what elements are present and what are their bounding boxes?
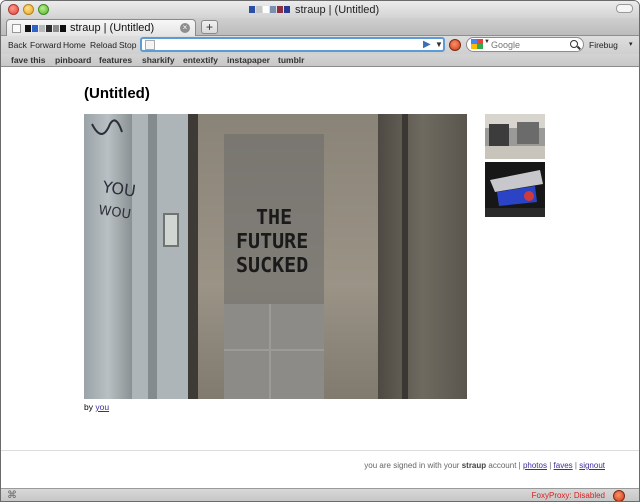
- title-bar: straup | (Untitled): [1, 1, 639, 18]
- main-photo[interactable]: YOU WOU THE FUTURE SUCKED: [84, 114, 467, 399]
- status-bar: ⌘ FoxyProxy: Disabled: [1, 488, 639, 501]
- stop-button[interactable]: Stop: [119, 40, 137, 50]
- minimize-window-button[interactable]: [23, 4, 34, 15]
- byline: by you: [84, 402, 109, 412]
- firebug-menu[interactable]: Firebug: [589, 40, 618, 50]
- favicon-swatch: [60, 24, 66, 32]
- byline-prefix: by: [84, 402, 93, 412]
- bookmark-sharkify[interactable]: sharkify: [142, 55, 175, 65]
- bookmark-entextify[interactable]: entextify: [183, 55, 218, 65]
- tab-bar: straup | (Untitled) × +: [1, 18, 639, 36]
- favicon-swatch: [25, 24, 31, 32]
- history-dropdown-icon[interactable]: ▼: [435, 39, 443, 50]
- home-button[interactable]: Home: [63, 40, 86, 50]
- url-input[interactable]: [159, 39, 415, 50]
- right-door: [378, 114, 467, 399]
- address-bar[interactable]: ▶ ▼: [140, 37, 445, 52]
- page-title: (Untitled): [84, 85, 150, 102]
- graffiti-line-3: SUCKED: [236, 253, 308, 277]
- thumbnail-1[interactable]: [485, 114, 545, 159]
- engine-dropdown-icon[interactable]: ▼: [484, 39, 490, 45]
- toolbar-toggle-button[interactable]: [616, 4, 633, 13]
- favicon-swatch: [53, 24, 59, 32]
- favicon-swatch: [270, 6, 276, 13]
- bookmark-tumblr[interactable]: tumblr: [278, 55, 304, 65]
- favicon-swatch: [39, 24, 45, 32]
- search-bar[interactable]: ▼: [466, 37, 584, 52]
- go-arrow-icon[interactable]: ▶: [423, 39, 431, 50]
- window-title: straup | (Untitled): [295, 3, 380, 16]
- site-favicon-icon: [25, 24, 66, 32]
- page-icon: [12, 23, 21, 33]
- new-tab-button[interactable]: +: [201, 20, 218, 34]
- foxyproxy-icon[interactable]: [613, 490, 625, 501]
- page-icon: [145, 40, 155, 50]
- site-favicon-icon: [249, 6, 290, 13]
- tab-title: straup | (Untitled): [70, 22, 155, 34]
- author-link[interactable]: you: [95, 402, 109, 412]
- graffiti-line-2: FUTURE: [236, 229, 308, 253]
- chevron-down-icon[interactable]: ▾: [629, 40, 633, 48]
- favicon-swatch: [46, 24, 52, 32]
- left-wall-panel: [84, 114, 132, 399]
- bookmark-pinboard[interactable]: pinboard: [55, 55, 91, 65]
- faves-link[interactable]: faves: [554, 461, 573, 470]
- footer-suffix: account |: [488, 461, 521, 470]
- bookmark-fave-this[interactable]: fave this: [11, 55, 46, 65]
- thumbnail-2[interactable]: [485, 162, 545, 217]
- back-button[interactable]: Back: [8, 40, 27, 50]
- search-input[interactable]: [491, 39, 569, 50]
- footer-separator: |: [574, 461, 577, 470]
- forward-button[interactable]: Forward: [30, 40, 61, 50]
- search-icon[interactable]: [570, 40, 578, 48]
- footer-prefix: you are signed in with your: [364, 461, 460, 470]
- favicon-swatch: [32, 24, 38, 32]
- graffiti-line-1: THE: [256, 205, 292, 229]
- favicon-swatch: [284, 6, 290, 13]
- signout-link[interactable]: signout: [579, 461, 605, 470]
- footer-separator: |: [549, 461, 552, 470]
- close-window-button[interactable]: [8, 4, 19, 15]
- reload-button[interactable]: Reload: [90, 40, 117, 50]
- bookmarks-bar: fave this pinboard features sharkify ent…: [1, 54, 639, 67]
- zoom-window-button[interactable]: [38, 4, 49, 15]
- window-title-area: straup | (Untitled): [249, 3, 379, 16]
- tab-straup[interactable]: straup | (Untitled) ×: [6, 19, 196, 36]
- bookmark-instapaper[interactable]: instapaper: [227, 55, 270, 65]
- bookmark-features[interactable]: features: [99, 55, 132, 65]
- page-content: (Untitled) YOU WOU THE FUTURE SUCKED by …: [1, 68, 639, 488]
- favicon-swatch: [249, 6, 255, 13]
- foxyproxy-status[interactable]: FoxyProxy: Disabled: [532, 491, 605, 500]
- footer-divider: [1, 450, 639, 451]
- footer: you are signed in with your straup accou…: [364, 461, 605, 470]
- favicon-swatch: [477, 44, 483, 49]
- favicon-swatch: [256, 6, 262, 13]
- account-name: straup: [461, 461, 487, 470]
- close-tab-icon[interactable]: ×: [180, 23, 190, 33]
- addon-bar-icon[interactable]: ⌘: [7, 490, 17, 501]
- photos-link[interactable]: photos: [523, 461, 547, 470]
- favicon-swatch: [263, 6, 269, 13]
- favicon-swatch: [277, 6, 283, 13]
- google-icon[interactable]: [471, 39, 483, 50]
- foxyproxy-icon[interactable]: [449, 39, 461, 51]
- browser-window: straup | (Untitled) straup | (Untitled) …: [0, 0, 640, 502]
- navigation-toolbar: Back Forward Home Reload Stop ▶ ▼ ▼ Fire…: [1, 36, 639, 54]
